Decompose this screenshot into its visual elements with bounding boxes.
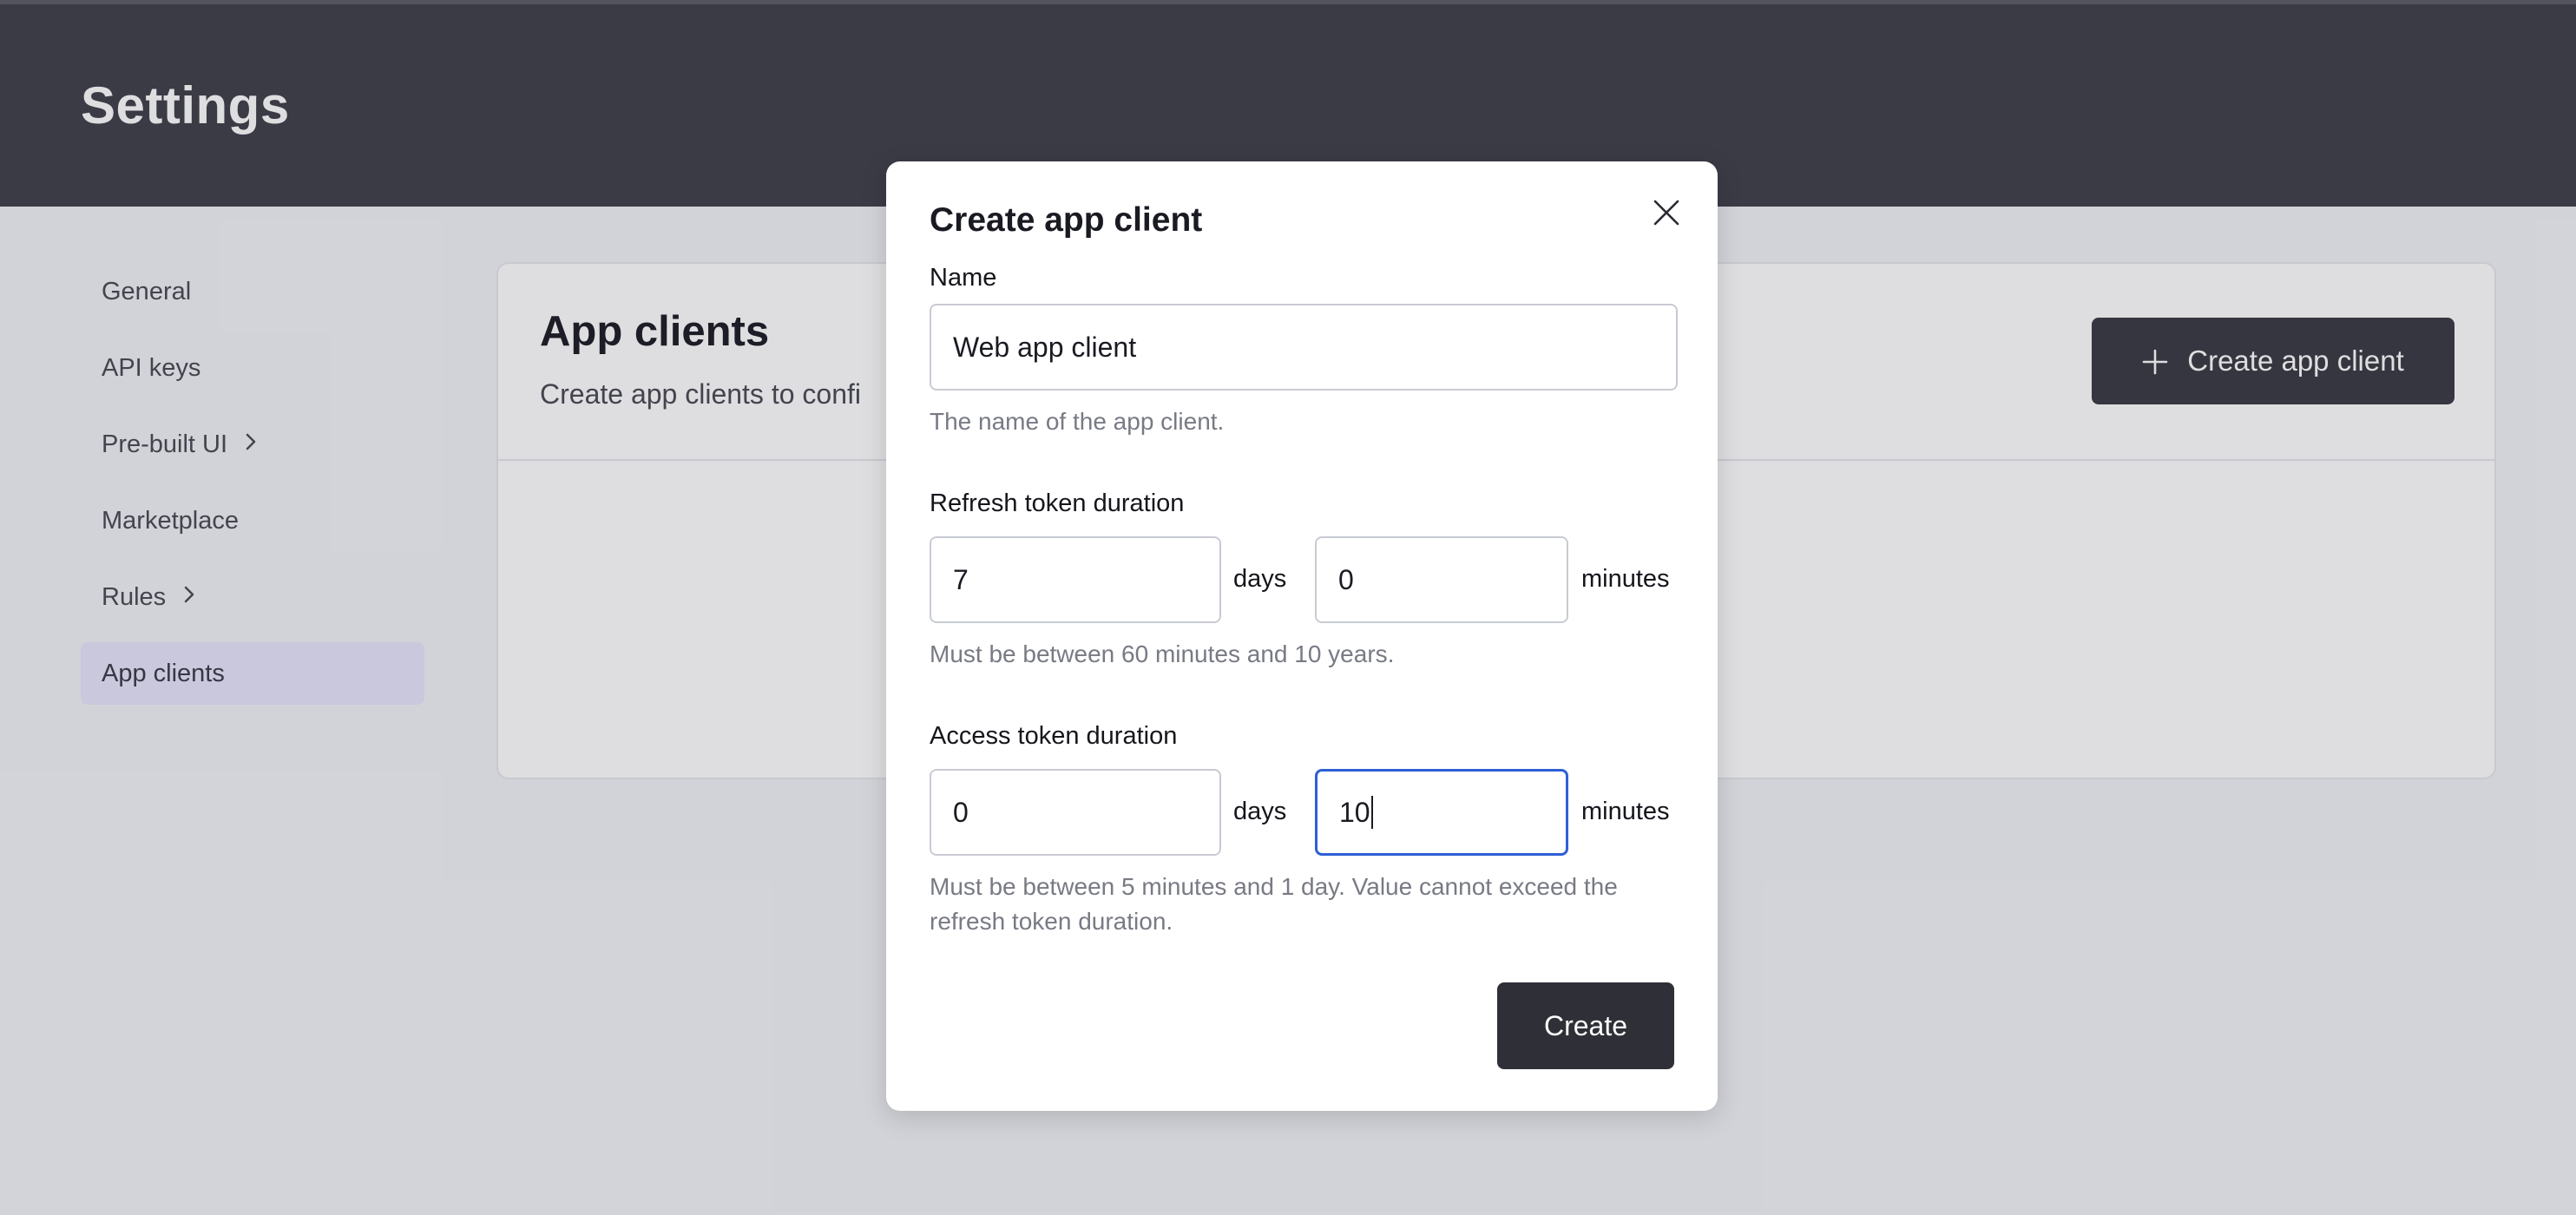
name-help-text: The name of the app client.: [930, 408, 1225, 435]
access-help-line: refresh token duration.: [930, 908, 1173, 935]
refresh-minutes-unit: minutes: [1581, 565, 1670, 593]
access-days-value: 0: [953, 796, 969, 828]
refresh-help-text: Must be between 60 minutes and 10 years.: [930, 640, 1395, 667]
text-caret: [1370, 796, 1373, 829]
access-help-text: Must be between 5 minutes and 1 day. Val…: [930, 870, 1618, 939]
access-minutes-input[interactable]: 10: [1315, 769, 1568, 856]
refresh-days-value: 7: [953, 563, 969, 595]
close-icon: [1653, 199, 1680, 231]
name-input-value: Web app client: [953, 331, 1137, 363]
access-minutes-value: 10: [1339, 796, 1370, 828]
refresh-minutes-value: 0: [1338, 563, 1354, 595]
access-token-label: Access token duration: [930, 722, 1178, 750]
close-button[interactable]: [1645, 193, 1688, 236]
access-minutes-unit: minutes: [1581, 798, 1670, 825]
refresh-days-input[interactable]: 7: [930, 536, 1221, 623]
create-app-client-dialog: Create app client Name Web app client Th…: [886, 161, 1718, 1111]
name-input[interactable]: Web app client: [930, 304, 1678, 391]
refresh-token-label: Refresh token duration: [930, 489, 1185, 517]
refresh-days-unit: days: [1233, 565, 1287, 593]
refresh-minutes-input[interactable]: 0: [1315, 536, 1568, 623]
dialog-title: Create app client: [930, 201, 1203, 239]
create-button[interactable]: Create: [1497, 982, 1674, 1069]
access-days-unit: days: [1233, 798, 1287, 825]
access-help-line: Must be between 5 minutes and 1 day. Val…: [930, 873, 1618, 900]
name-label: Name: [930, 264, 997, 292]
access-days-input[interactable]: 0: [930, 769, 1221, 856]
